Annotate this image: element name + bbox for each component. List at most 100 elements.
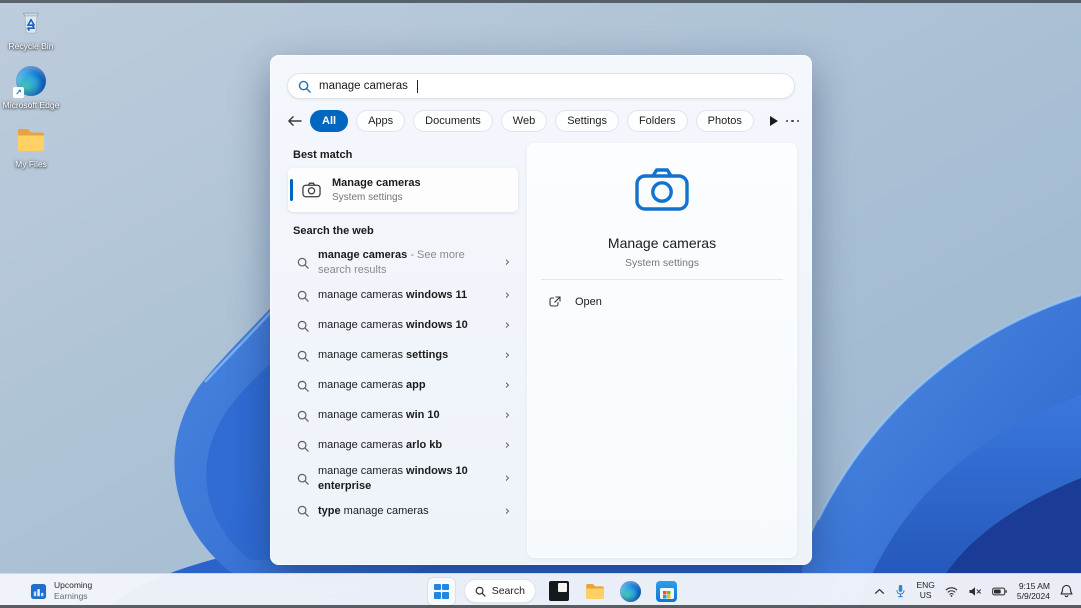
suggestion-text: manage cameras arlo kb (318, 439, 443, 452)
more-options-button[interactable] (785, 119, 800, 123)
file-explorer-button[interactable] (581, 578, 608, 605)
wifi-icon (945, 586, 958, 597)
notification-bell-icon (1060, 584, 1073, 598)
desktop-icon-column: Recycle Bin ↗ Microsoft Edge My Files (2, 6, 60, 170)
search-icon (288, 410, 318, 422)
result-preview-card: Manage cameras System settings Open (527, 143, 797, 558)
insert-suggestion-chevron[interactable]: › (505, 409, 510, 422)
desktop-icon-label: My Files (15, 159, 47, 170)
pinned-app-button[interactable] (545, 578, 572, 605)
search-icon (288, 473, 318, 485)
web-suggestion-row[interactable]: manage cameras windows 10 enterprise › (288, 461, 518, 497)
search-query-text: manage cameras (319, 80, 408, 92)
suggestion-text: manage cameras windows 10 (318, 319, 468, 332)
folder-icon (15, 124, 47, 156)
suggestion-text: manage cameras windows 11 (318, 289, 468, 302)
insert-suggestion-chevron[interactable]: › (505, 505, 510, 518)
selection-accent-bar (290, 179, 293, 201)
preview-title: Manage cameras (607, 235, 717, 251)
search-icon (298, 80, 311, 93)
network-button[interactable] (945, 586, 958, 597)
hidden-icons-button[interactable] (874, 588, 885, 595)
battery-icon (992, 587, 1007, 595)
insert-suggestion-chevron[interactable]: › (505, 439, 510, 452)
dark-app-icon (548, 581, 569, 601)
clock-date-button[interactable]: 9:15 AM 5/9/2024 (1017, 581, 1050, 601)
volume-button[interactable] (968, 586, 982, 597)
best-match-title: Manage cameras (332, 177, 421, 190)
taskbar-search-button[interactable]: Search (464, 579, 536, 603)
insert-suggestion-chevron[interactable]: › (505, 256, 510, 269)
web-suggestion-row[interactable]: manage cameras - See more search results… (288, 245, 518, 281)
notification-center-button[interactable] (1060, 584, 1073, 598)
open-label: Open (575, 296, 602, 308)
filter-tab-all[interactable]: All (310, 110, 349, 132)
recycle-bin-icon (15, 6, 47, 38)
language-line2: US (919, 590, 932, 600)
filter-tab-settings[interactable]: Settings (555, 110, 619, 132)
filter-tab-folders[interactable]: Folders (626, 110, 688, 132)
insert-suggestion-chevron[interactable]: › (505, 472, 510, 485)
filter-tab-documents[interactable]: Documents (413, 110, 493, 132)
language-switcher[interactable]: ENG US (916, 580, 934, 601)
desktop-icon-my-files[interactable]: My Files (2, 124, 60, 169)
web-suggestion-row[interactable]: manage cameras windows 11 › (288, 281, 518, 311)
preview-subtitle: System settings (624, 257, 700, 269)
battery-button[interactable] (992, 587, 1007, 596)
web-suggestion-row[interactable]: manage cameras arlo kb › (288, 431, 518, 461)
search-icon (288, 505, 318, 518)
windows-search-panel: manage cameras All Apps Documents Web Settin… (270, 55, 812, 565)
best-match-result[interactable]: Manage cameras System settings (288, 168, 518, 212)
web-suggestion-row[interactable]: manage cameras settings › (288, 341, 518, 371)
widgets-button[interactable]: Upcoming Earnings (22, 574, 100, 608)
tray-time: 9:15 AM (1018, 580, 1050, 591)
desktop-icon-microsoft-edge[interactable]: ↗ Microsoft Edge (2, 65, 60, 110)
camera-icon (302, 182, 321, 198)
chevron-up-icon (875, 588, 885, 594)
edge-browser-button[interactable] (617, 578, 644, 605)
stocks-widget-icon (30, 583, 47, 599)
microsoft-store-button[interactable] (653, 578, 680, 605)
web-suggestion-row[interactable]: type manage cameras › (288, 496, 518, 526)
search-icon (288, 440, 318, 452)
widget-line2: Earnings (54, 591, 88, 601)
taskbar-search-label: Search (491, 585, 525, 597)
filter-tab-photos[interactable]: Photos (695, 110, 754, 132)
insert-suggestion-chevron[interactable]: › (505, 319, 510, 332)
desktop-icon-recycle-bin[interactable]: Recycle Bin (2, 6, 60, 51)
filter-tab-apps[interactable]: Apps (356, 110, 406, 132)
video-frame-edge-top (0, 0, 1081, 3)
back-button[interactable] (287, 110, 302, 132)
play-button[interactable] (769, 112, 778, 130)
insert-suggestion-chevron[interactable]: › (505, 289, 510, 302)
desktop-icon-label: Recycle Bin (8, 41, 54, 51)
tray-date: 5/9/2024 (1016, 591, 1050, 601)
shortcut-arrow-icon: ↗ (13, 87, 24, 99)
start-button[interactable] (428, 577, 455, 605)
microphone-tray-button[interactable] (895, 584, 906, 598)
taskbar: Upcoming Earnings Search ENG US 9:15 AM … (0, 573, 1081, 608)
search-icon (475, 586, 486, 597)
desktop-icon-label: Microsoft Edge (2, 100, 60, 111)
search-icon (288, 290, 318, 302)
search-input[interactable]: manage cameras (287, 73, 795, 99)
insert-suggestion-chevron[interactable]: › (505, 349, 510, 362)
taskbar-center-icons: Search (428, 574, 680, 608)
search-icon (288, 350, 318, 362)
text-caret (416, 79, 418, 93)
filter-tab-web[interactable]: Web (500, 110, 548, 132)
camera-icon-large (633, 165, 691, 218)
system-tray: ENG US 9:15 AM 5/9/2024 (874, 574, 1073, 608)
filter-tabs: All Apps Documents Web Settings Folders Photos (310, 110, 754, 132)
best-match-header: Best match (293, 149, 353, 161)
open-external-icon (549, 296, 561, 307)
web-suggestion-row[interactable]: manage cameras app › (288, 371, 518, 401)
web-suggestion-row[interactable]: manage cameras windows 10 › (288, 311, 518, 341)
microsoft-store-icon (656, 580, 677, 602)
suggestion-text: manage cameras win 10 (318, 409, 440, 422)
web-suggestion-row[interactable]: manage cameras win 10 › (288, 401, 518, 431)
suggestion-text: manage cameras app (318, 379, 426, 392)
insert-suggestion-chevron[interactable]: › (505, 379, 510, 392)
open-action[interactable]: Open (537, 287, 787, 317)
search-filter-row: All Apps Documents Web Settings Folders Photos (287, 108, 800, 134)
